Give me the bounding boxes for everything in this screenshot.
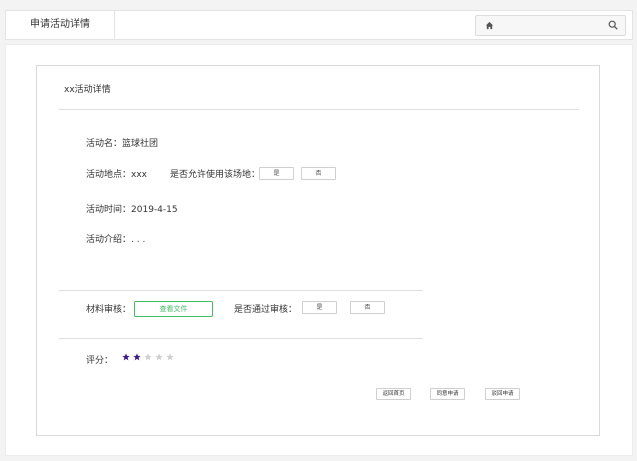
- title-divider: [59, 109, 579, 110]
- intro-row: 活动介绍：. . .: [86, 232, 145, 245]
- section-divider-2: [59, 338, 423, 339]
- search-input[interactable]: [475, 15, 626, 36]
- intro-label: 活动介绍：: [86, 235, 132, 245]
- location-row: 活动地点：xxx: [86, 167, 147, 180]
- reject-button[interactable]: 驳回申请: [485, 388, 520, 400]
- allow-venue-label: 是否允许使用该场地：: [170, 170, 261, 180]
- star-empty-icon[interactable]: [155, 353, 163, 361]
- card-title: xx活动详情: [64, 85, 111, 95]
- location-value: xxx: [131, 170, 147, 180]
- star-filled-icon[interactable]: [122, 353, 130, 361]
- activity-name-label: 活动名：: [86, 139, 123, 149]
- activity-name-row: 活动名：篮球社团: [86, 136, 158, 149]
- page-title-tab[interactable]: 申请活动详情: [6, 11, 115, 39]
- home-icon[interactable]: [485, 21, 494, 30]
- activity-detail-card: xx活动详情 活动名：篮球社团 活动地点：xxx 是否允许使用该场地： 是 否 …: [36, 65, 600, 436]
- material-label: 材料审核：: [86, 305, 132, 315]
- activity-name-value: 篮球社团: [122, 139, 159, 149]
- intro-value: . . .: [131, 235, 146, 245]
- allow-no-button[interactable]: 否: [301, 167, 336, 180]
- time-row: 活动时间：2019-4-15: [86, 202, 178, 215]
- section-divider-1: [59, 290, 423, 291]
- star-empty-icon[interactable]: [144, 353, 152, 361]
- top-bar: 申请活动详情: [5, 10, 633, 40]
- search-icon[interactable]: [608, 20, 618, 30]
- back-home-button[interactable]: 返回首页: [376, 388, 411, 400]
- approve-no-button[interactable]: 否: [350, 301, 385, 314]
- time-label: 活动时间：: [86, 205, 132, 215]
- approve-label: 是否通过审核：: [234, 305, 298, 315]
- star-filled-icon[interactable]: [133, 353, 141, 361]
- location-label: 活动地点：: [86, 170, 132, 180]
- approve-yes-button[interactable]: 是: [302, 301, 337, 314]
- star-rating[interactable]: [122, 353, 174, 361]
- view-file-button[interactable]: 查看文件: [134, 301, 213, 317]
- agree-button[interactable]: 同意申请: [430, 388, 465, 400]
- star-empty-icon[interactable]: [166, 353, 174, 361]
- rating-label: 评分：: [86, 356, 114, 366]
- allow-yes-button[interactable]: 是: [259, 167, 294, 180]
- time-value: 2019-4-15: [131, 205, 178, 215]
